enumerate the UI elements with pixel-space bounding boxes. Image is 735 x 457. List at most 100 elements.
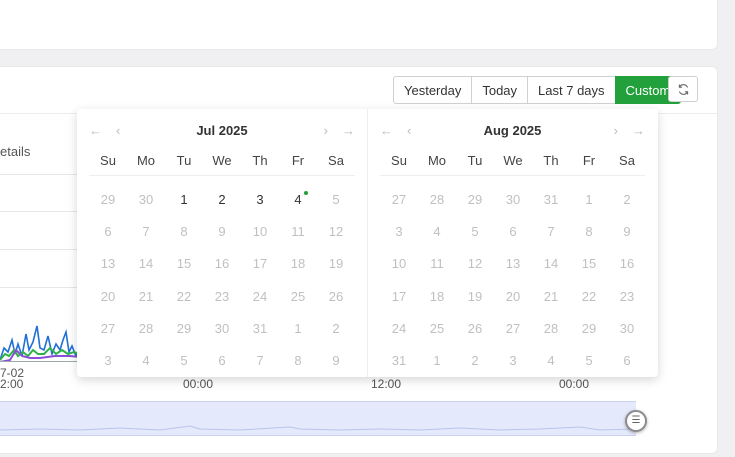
day-cell[interactable]: 31 [380, 345, 418, 377]
day-cell[interactable]: 9 [608, 216, 646, 248]
day-cell[interactable]: 20 [89, 281, 127, 313]
day-cell[interactable]: 9 [203, 216, 241, 248]
day-cell[interactable]: 29 [570, 313, 608, 345]
day-cell[interactable]: 22 [570, 281, 608, 313]
day-cell[interactable]: 7 [241, 345, 279, 377]
day-cell[interactable]: 19 [317, 248, 355, 280]
day-cell[interactable]: 4 [279, 184, 317, 216]
day-cell[interactable]: 1 [165, 184, 203, 216]
day-cell[interactable]: 4 [532, 345, 570, 377]
today-button[interactable]: Today [471, 76, 529, 104]
day-cell[interactable]: 3 [89, 345, 127, 377]
day-cell[interactable]: 5 [570, 345, 608, 377]
day-cell[interactable]: 23 [203, 281, 241, 313]
day-cell[interactable]: 18 [418, 281, 456, 313]
day-cell[interactable]: 31 [241, 313, 279, 345]
day-cell[interactable]: 23 [608, 281, 646, 313]
next-month-icon[interactable]: › [324, 123, 328, 138]
day-cell[interactable]: 22 [165, 281, 203, 313]
day-cell[interactable]: 1 [570, 184, 608, 216]
day-cell[interactable]: 27 [380, 184, 418, 216]
refresh-button[interactable] [668, 76, 698, 102]
day-cell[interactable]: 25 [279, 281, 317, 313]
day-cell[interactable]: 5 [165, 345, 203, 377]
day-cell[interactable]: 3 [241, 184, 279, 216]
details-tab-label[interactable]: etails [0, 144, 30, 159]
next-year-icon[interactable]: → [632, 123, 645, 138]
last-7-days-button[interactable]: Last 7 days [527, 76, 616, 104]
day-cell[interactable]: 16 [203, 248, 241, 280]
prev-month-icon[interactable]: ‹ [116, 123, 120, 138]
day-cell[interactable]: 6 [89, 216, 127, 248]
day-cell[interactable]: 30 [608, 313, 646, 345]
day-cell[interactable]: 14 [127, 248, 165, 280]
day-cell[interactable]: 10 [380, 248, 418, 280]
day-cell[interactable]: 10 [241, 216, 279, 248]
data-zoom-slider[interactable] [0, 401, 636, 436]
day-cell[interactable]: 8 [570, 216, 608, 248]
day-cell[interactable]: 8 [165, 216, 203, 248]
day-cell[interactable]: 2 [203, 184, 241, 216]
day-cell[interactable]: 21 [127, 281, 165, 313]
day-cell[interactable]: 11 [418, 248, 456, 280]
day-cell[interactable]: 29 [456, 184, 494, 216]
day-cell[interactable]: 20 [494, 281, 532, 313]
day-cell[interactable]: 3 [494, 345, 532, 377]
day-cell[interactable]: 12 [317, 216, 355, 248]
day-cell[interactable]: 2 [608, 184, 646, 216]
day-cell[interactable]: 30 [494, 184, 532, 216]
day-cell[interactable]: 26 [456, 313, 494, 345]
day-cell[interactable]: 4 [418, 216, 456, 248]
day-cell[interactable]: 24 [241, 281, 279, 313]
next-month-icon[interactable]: › [614, 123, 618, 138]
day-cell[interactable]: 24 [380, 313, 418, 345]
yesterday-button[interactable]: Yesterday [393, 76, 473, 104]
prev-year-icon[interactable]: ← [89, 123, 102, 138]
day-cell[interactable]: 16 [608, 248, 646, 280]
day-cell[interactable]: 11 [279, 216, 317, 248]
day-cell[interactable]: 17 [380, 281, 418, 313]
day-cell[interactable]: 19 [456, 281, 494, 313]
day-cell[interactable]: 15 [570, 248, 608, 280]
day-cell[interactable]: 21 [532, 281, 570, 313]
day-cell[interactable]: 6 [608, 345, 646, 377]
day-cell[interactable]: 29 [89, 184, 127, 216]
day-cell[interactable]: 31 [532, 184, 570, 216]
day-cell[interactable]: 27 [494, 313, 532, 345]
next-year-icon[interactable]: → [342, 123, 355, 138]
day-cell[interactable]: 1 [418, 345, 456, 377]
day-cell[interactable]: 18 [279, 248, 317, 280]
day-cell[interactable]: 6 [494, 216, 532, 248]
day-cell[interactable]: 12 [456, 248, 494, 280]
day-cell[interactable]: 3 [380, 216, 418, 248]
day-cell[interactable]: 15 [165, 248, 203, 280]
day-cell[interactable]: 26 [317, 281, 355, 313]
day-cell[interactable]: 2 [317, 313, 355, 345]
day-cell[interactable]: 9 [317, 345, 355, 377]
prev-year-icon[interactable]: ← [380, 123, 393, 138]
day-cell[interactable]: 7 [532, 216, 570, 248]
day-cell[interactable]: 13 [89, 248, 127, 280]
day-cell[interactable]: 27 [89, 313, 127, 345]
day-cell[interactable]: 6 [203, 345, 241, 377]
day-cell[interactable]: 30 [203, 313, 241, 345]
day-cell[interactable]: 25 [418, 313, 456, 345]
day-cell[interactable]: 1 [279, 313, 317, 345]
day-cell[interactable]: 13 [494, 248, 532, 280]
day-cell[interactable]: 29 [165, 313, 203, 345]
day-cell[interactable]: 17 [241, 248, 279, 280]
day-cell[interactable]: 8 [279, 345, 317, 377]
month-title[interactable]: Jul 2025 [196, 123, 247, 138]
day-cell[interactable]: 28 [418, 184, 456, 216]
month-title[interactable]: Aug 2025 [484, 123, 542, 138]
day-cell[interactable]: 2 [456, 345, 494, 377]
day-cell[interactable]: 28 [127, 313, 165, 345]
day-cell[interactable]: 7 [127, 216, 165, 248]
day-cell[interactable]: 4 [127, 345, 165, 377]
day-cell[interactable]: 14 [532, 248, 570, 280]
day-cell[interactable]: 28 [532, 313, 570, 345]
slider-handle[interactable]: ☰ [625, 410, 647, 432]
day-cell[interactable]: 30 [127, 184, 165, 216]
day-cell[interactable]: 5 [317, 184, 355, 216]
prev-month-icon[interactable]: ‹ [407, 123, 411, 138]
